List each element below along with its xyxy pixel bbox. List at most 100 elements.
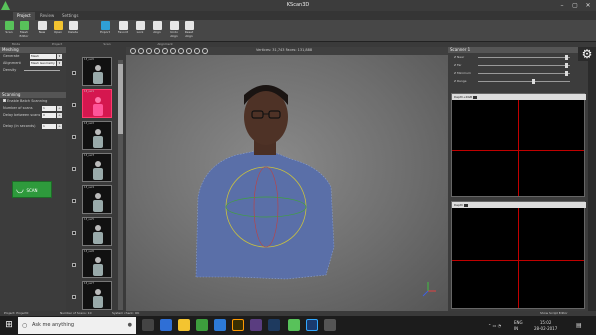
undo-align-button[interactable]: Undo Align xyxy=(167,21,181,41)
view-front-icon[interactable] xyxy=(130,48,136,54)
favorite-button[interactable]: Favorit xyxy=(116,21,130,41)
stepper-icon[interactable]: ÷ xyxy=(57,106,62,111)
open-button[interactable]: Open xyxy=(51,21,65,41)
thumb-checkbox[interactable] xyxy=(72,135,76,139)
tab-project[interactable]: Project xyxy=(13,12,35,20)
scan-icon xyxy=(4,21,14,30)
thumb-checkbox[interactable] xyxy=(72,231,76,235)
edge-icon[interactable] xyxy=(160,319,172,331)
generate-select[interactable]: Mesh xyxy=(30,54,56,59)
thumb-checkbox[interactable] xyxy=(72,263,76,267)
microphone-icon[interactable]: ● xyxy=(128,317,132,334)
scan-thumbnail[interactable]: 13_sur5 xyxy=(82,217,112,246)
delay-between-row: Delay between scans 0 ÷ xyxy=(3,113,62,118)
crosshair-v xyxy=(518,208,519,308)
render-mode-icon[interactable] xyxy=(202,48,208,54)
thumbnail-scrollbar[interactable] xyxy=(118,60,123,310)
export-button[interactable]: Export xyxy=(98,21,112,41)
scan-thumbnail-selected[interactable]: 13_sur1 xyxy=(82,89,112,118)
density-row: Density xyxy=(0,67,66,74)
scan-thumbnail[interactable]: 13_sur6 xyxy=(82,249,112,278)
close-button[interactable]: ✕ xyxy=(582,1,594,10)
thumb-checkbox[interactable] xyxy=(72,167,76,171)
scan-model xyxy=(195,85,436,297)
scan-thumbnail-list: 13_sur0 13_sur1 13_sur2 13_sur3 13_sur4 … xyxy=(66,47,126,311)
scan-button[interactable]: ◡ SCAN xyxy=(12,181,52,198)
scan-thumbnail[interactable]: 13_sur2 xyxy=(82,121,112,150)
illustrator-icon[interactable] xyxy=(232,319,244,331)
generate-row: Generate Mesh ▾ xyxy=(3,54,62,59)
view-right-icon[interactable] xyxy=(154,48,160,54)
new-button[interactable]: New xyxy=(35,21,49,41)
chrome-icon[interactable] xyxy=(196,319,208,331)
app-icon[interactable] xyxy=(324,319,336,331)
lock-button[interactable]: Lock xyxy=(133,21,147,41)
pan-icon[interactable] xyxy=(194,48,200,54)
alignment-select[interactable]: Mesh Geometry xyxy=(30,61,56,66)
view-top-icon[interactable] xyxy=(162,48,168,54)
tray-icons[interactable]: ⌃ ▭ ◔ xyxy=(488,316,501,335)
slider-knob[interactable] xyxy=(564,55,568,60)
z-range-slider[interactable] xyxy=(478,81,570,82)
kscan3d-taskbar-icon[interactable] xyxy=(288,319,300,331)
z-near-slider-row: Z Near xyxy=(448,53,588,61)
delete-button[interactable]: Delete xyxy=(66,21,80,41)
search-input[interactable]: ○ Ask me anything ● xyxy=(18,317,136,334)
scan-thumbnail[interactable]: 13_sur4 xyxy=(82,185,112,214)
delay-between-input[interactable]: 0 xyxy=(42,113,56,118)
batch-scan-checkbox[interactable] xyxy=(3,99,6,102)
scan-thumbnail[interactable]: 13_sur7 xyxy=(82,281,112,310)
tab-settings[interactable]: Settings xyxy=(58,12,82,20)
app-icon[interactable] xyxy=(268,319,280,331)
thumb-checkbox[interactable] xyxy=(72,295,76,299)
rotate-icon[interactable] xyxy=(186,48,192,54)
slider-knob[interactable] xyxy=(564,71,568,76)
premiere-icon[interactable] xyxy=(250,319,262,331)
camera-icon[interactable] xyxy=(464,203,469,207)
chevron-down-icon[interactable]: ▾ xyxy=(57,54,62,59)
notifications-icon[interactable]: ▤ xyxy=(576,316,582,335)
view-left-icon[interactable] xyxy=(146,48,152,54)
density-slider[interactable] xyxy=(24,70,60,71)
scan-mode-button[interactable]: Scan xyxy=(2,21,16,41)
scan-thumbnail[interactable]: 13_sur0 xyxy=(82,57,112,86)
scanner-panel: Scanner 1 Z Near Z Far Z Minimum Z Range… xyxy=(448,47,588,311)
slider-knob[interactable] xyxy=(564,63,568,68)
slider-knob[interactable] xyxy=(531,79,535,84)
view-back-icon[interactable] xyxy=(138,48,144,54)
clock[interactable]: 15:02 28-02-2017 xyxy=(534,320,557,332)
windows-start-icon[interactable]: ⊞ xyxy=(0,316,18,335)
chevron-down-icon[interactable]: ▾ xyxy=(57,61,62,66)
zoom-fit-icon[interactable] xyxy=(178,48,184,54)
store-icon[interactable] xyxy=(214,319,226,331)
thumb-checkbox[interactable] xyxy=(72,71,76,75)
minimize-button[interactable]: – xyxy=(556,1,568,10)
scrollbar-thumb[interactable] xyxy=(118,64,123,134)
3d-viewport[interactable] xyxy=(126,47,448,311)
view-bottom-icon[interactable] xyxy=(170,48,176,54)
z-minimum-slider-row: Z Minimum xyxy=(448,69,588,77)
maximize-button[interactable]: ▢ xyxy=(569,1,581,10)
align-button[interactable]: Align xyxy=(150,21,164,41)
z-far-slider[interactable] xyxy=(478,65,570,66)
z-minimum-slider[interactable] xyxy=(478,73,570,74)
mesh-editor-button[interactable]: Mesh Editor xyxy=(17,21,31,41)
stepper-icon[interactable]: ÷ xyxy=(57,124,62,129)
camera-icon[interactable] xyxy=(473,95,478,99)
file-explorer-icon[interactable] xyxy=(178,319,190,331)
num-scans-input[interactable]: 1 xyxy=(42,106,56,111)
stepper-icon[interactable]: ÷ xyxy=(57,113,62,118)
ribbon-tab-bar: Project Review Settings xyxy=(0,11,596,20)
z-near-slider[interactable] xyxy=(478,57,570,58)
gear-icon[interactable]: ⚙ xyxy=(578,47,596,61)
thumb-checkbox[interactable] xyxy=(72,103,76,107)
taskbar: ⊞ ○ Ask me anything ● ⌃ ▭ ◔ ENG IN 15:02 2… xyxy=(0,316,596,335)
language-indicator[interactable]: ENG IN xyxy=(514,320,523,332)
delay-seconds-input[interactable]: 1 xyxy=(42,124,56,129)
thumb-checkbox[interactable] xyxy=(72,199,76,203)
tab-review[interactable]: Review xyxy=(36,12,58,20)
task-view-icon[interactable] xyxy=(142,319,154,331)
scan-thumbnail[interactable]: 13_sur3 xyxy=(82,153,112,182)
reset-align-button[interactable]: Reset Align xyxy=(182,21,196,41)
photoshop-icon[interactable] xyxy=(306,319,318,331)
